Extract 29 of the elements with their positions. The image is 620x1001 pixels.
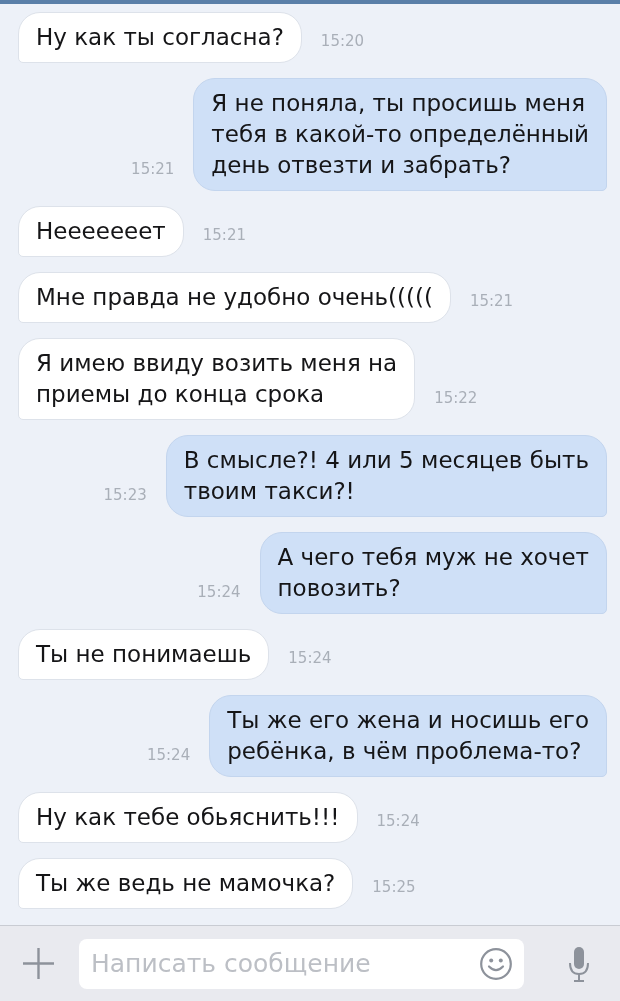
message-time: 15:22 [434, 389, 478, 407]
message-time: 15:25 [372, 878, 416, 896]
message-time: 15:24 [146, 746, 191, 764]
message-bubble: А чего тебя муж не хочет повозить? [259, 532, 607, 614]
message-time: 15:23 [103, 486, 147, 504]
add-button[interactable] [23, 948, 54, 979]
microphone-icon [568, 945, 590, 982]
plus-icon [23, 948, 54, 979]
smiley-icon [480, 947, 512, 980]
message-bubble: Ты не понимаешь [18, 629, 270, 680]
microphone-button[interactable] [568, 945, 590, 982]
message-time: 15:24 [288, 649, 332, 667]
emoji-button[interactable] [480, 947, 512, 980]
message-time: 15:24 [376, 812, 420, 830]
message-bubble: Мне правда не удобно очень((((( [18, 272, 451, 323]
message-bubble: Ты же ведь не мамочка? [18, 858, 354, 909]
message-time: 15:20 [320, 32, 365, 50]
message-bubble: Я имею ввиду возить меня на приемы до конца срока [18, 338, 416, 420]
message-bubble: Нееееееет [18, 206, 184, 257]
message-time: 15:21 [469, 292, 514, 310]
message-bubble: Ну как тебе обьяснить!!! [18, 792, 358, 843]
message-bubble: Ты же его жена и носишь его ребёнка, в чём проблема-то? [209, 695, 607, 777]
message-time: 15:24 [197, 583, 241, 601]
message-time: 15:21 [202, 226, 246, 244]
message-time: 15:21 [131, 160, 175, 178]
message-bubble: Ну как ты согласна? [18, 12, 302, 63]
message-bubble: Я не поняла, ты просишь меня тебя в какой-то определённый день отвезти и забрать? [193, 78, 607, 191]
message-input[interactable]: Написать сообщение [79, 938, 524, 989]
message-bubble: В смысле?! 4 или 5 месяцев быть твоим такси?! [165, 435, 607, 517]
